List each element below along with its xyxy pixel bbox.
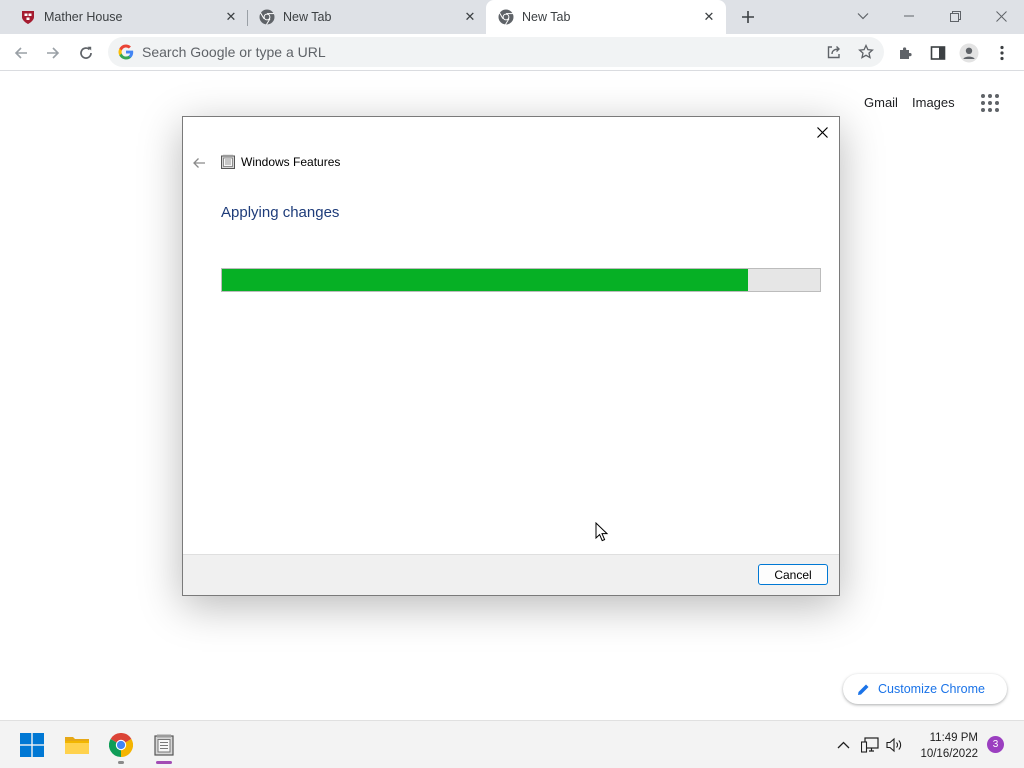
omnibox[interactable]	[108, 37, 884, 67]
dialog-close-button[interactable]	[813, 123, 831, 141]
chrome-icon	[259, 9, 275, 25]
harvard-shield-icon	[22, 11, 34, 24]
gmail-link[interactable]: Gmail	[864, 95, 898, 110]
plus-icon	[742, 11, 754, 23]
dialog-back-button[interactable]	[191, 155, 207, 171]
tab-title: New Tab	[522, 10, 571, 24]
windows-start-icon	[20, 733, 44, 757]
progress-bar	[221, 268, 821, 292]
arrow-left-icon	[14, 47, 27, 59]
bookmark-button[interactable]	[857, 43, 875, 61]
google-apps-icon[interactable]	[980, 93, 1000, 113]
avatar-icon	[959, 43, 979, 63]
images-link[interactable]: Images	[912, 95, 955, 110]
network-status[interactable]	[861, 736, 879, 754]
reload-button[interactable]	[73, 40, 99, 66]
forward-button[interactable]	[40, 40, 66, 66]
pencil-icon	[858, 684, 869, 695]
taskbar-file-explorer[interactable]	[61, 729, 93, 761]
active-indicator	[156, 761, 172, 764]
cancel-button[interactable]: Cancel	[758, 564, 828, 585]
chrome-icon	[109, 733, 133, 757]
extensions-button[interactable]	[893, 40, 919, 66]
side-panel-button[interactable]	[925, 40, 951, 66]
notification-badge[interactable]: 3	[987, 736, 1004, 753]
speaker-icon	[886, 737, 902, 753]
close-tab-icon[interactable]: ✕	[461, 8, 479, 26]
star-icon	[858, 44, 874, 59]
clock-time: 11:49 PM	[929, 732, 978, 744]
taskbar-chrome[interactable]	[105, 729, 137, 764]
windows-features-dialog: Windows Features Applying changes Cancel	[182, 116, 840, 596]
arrow-right-icon	[47, 47, 60, 59]
side-panel-icon	[930, 46, 946, 60]
chevron-down-icon	[857, 13, 869, 20]
new-tab-button[interactable]	[736, 5, 760, 29]
windows-features-icon	[221, 154, 235, 169]
tab-mather-house[interactable]: Mather House ✕	[8, 0, 248, 34]
google-g-icon	[118, 44, 134, 60]
show-hidden-icons-button[interactable]	[834, 736, 852, 754]
start-button[interactable]	[16, 729, 48, 761]
close-tab-icon[interactable]: ✕	[222, 8, 240, 26]
chevron-up-icon	[837, 741, 849, 749]
puzzle-icon	[900, 47, 912, 59]
share-button[interactable]	[825, 43, 843, 61]
mouse-cursor-icon	[595, 522, 609, 542]
tab-new-tab-active[interactable]: New Tab ✕	[486, 0, 726, 34]
omnibox-input[interactable]	[142, 43, 742, 61]
file-explorer-icon	[65, 737, 89, 754]
tab-new-tab[interactable]: New Tab ✕	[247, 0, 487, 34]
close-tab-icon[interactable]: ✕	[700, 8, 718, 26]
dialog-footer: Cancel	[183, 554, 839, 595]
reload-icon	[80, 46, 92, 59]
progress-fill	[222, 269, 749, 291]
browser-toolbar	[0, 34, 1024, 71]
restore-button[interactable]	[932, 0, 978, 32]
system-clock[interactable]: 11:49 PM 10/16/2022	[916, 730, 978, 762]
network-icon	[861, 737, 879, 753]
dialog-heading: Applying changes	[221, 204, 340, 221]
tab-search-button[interactable]	[840, 0, 886, 32]
close-icon	[995, 10, 1007, 22]
tab-title: New Tab	[283, 10, 332, 24]
chrome-menu-button[interactable]	[989, 40, 1015, 66]
arrow-left-icon	[193, 158, 205, 168]
more-vertical-icon	[1000, 45, 1004, 61]
customize-chrome-button[interactable]: Customize Chrome	[843, 674, 1007, 704]
windows-features-icon	[154, 734, 174, 756]
minimize-icon	[904, 15, 914, 17]
restore-icon	[949, 10, 961, 22]
dialog-title: Windows Features	[241, 155, 341, 169]
tab-strip: Mather House ✕ New Tab ✕ New Tab ✕	[0, 0, 1024, 34]
chrome-icon	[498, 9, 514, 25]
close-window-button[interactable]	[978, 0, 1024, 32]
close-icon	[816, 126, 828, 138]
volume-control[interactable]	[886, 736, 904, 754]
profile-button[interactable]	[956, 40, 982, 66]
taskbar: 11:49 PM 10/16/2022 3	[0, 720, 1024, 768]
taskbar-windows-features[interactable]	[148, 729, 180, 764]
minimize-button[interactable]	[886, 0, 932, 32]
clock-date: 10/16/2022	[920, 748, 978, 760]
customize-chrome-label: Customize Chrome	[878, 682, 985, 696]
tab-title: Mather House	[44, 10, 123, 24]
running-indicator	[118, 761, 124, 764]
back-button[interactable]	[8, 40, 34, 66]
share-icon	[827, 46, 840, 59]
